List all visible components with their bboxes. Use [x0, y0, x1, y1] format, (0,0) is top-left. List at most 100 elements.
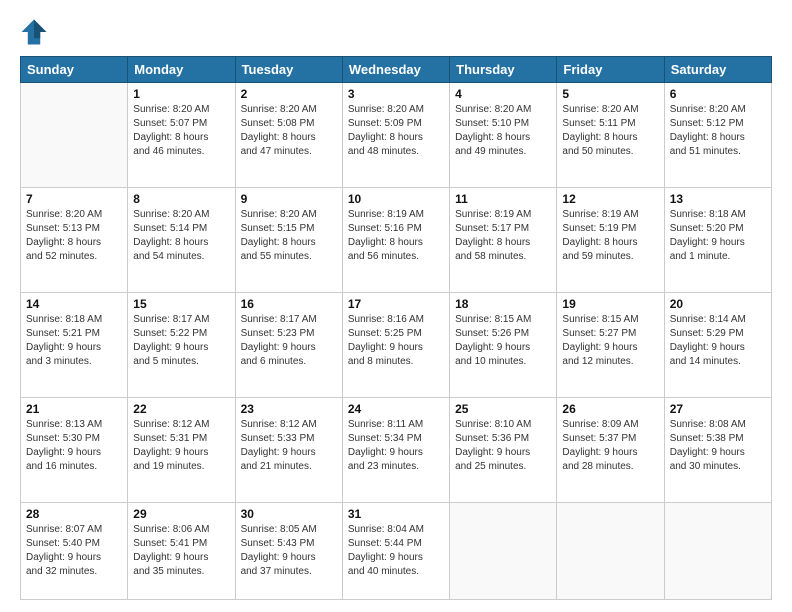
- col-header-tuesday: Tuesday: [235, 57, 342, 83]
- col-header-saturday: Saturday: [664, 57, 771, 83]
- calendar-cell: 16 Sunrise: 8:17 AMSunset: 5:23 PMDayligh…: [235, 293, 342, 398]
- day-number: 13: [670, 192, 766, 206]
- day-info: Sunrise: 8:19 AMSunset: 5:16 PMDaylight:…: [348, 208, 444, 264]
- calendar-cell: 3Sunrise: 8:20 AMSunset: 5:09 PMDaylight…: [342, 83, 449, 188]
- calendar-table: SundayMondayTuesdayWednesdayThursdayFrid…: [20, 56, 772, 600]
- calendar-cell: 6 Sunrise: 8:20 AMSunset: 5:12 PMDaylight…: [664, 83, 771, 188]
- calendar-cell: 2Sunrise: 8:20 AMSunset: 5:08 PMDaylight…: [235, 83, 342, 188]
- day-info: Sunrise: 8:20 AMSunset: 5:13 PMDaylight:…: [26, 208, 122, 264]
- calendar-cell: 22 Sunrise: 8:12 AMSunset: 5:31 PMDayligh…: [128, 398, 235, 503]
- calendar-cell: [557, 503, 664, 600]
- day-info: Sunrise: 8:12 AMSunset: 5:31 PMDaylight:…: [133, 418, 229, 474]
- calendar-cell: [664, 503, 771, 600]
- day-info: Sunrise: 8:18 AMSunset: 5:21 PMDaylight:…: [26, 313, 122, 369]
- day-number: 26: [562, 402, 658, 416]
- day-info: Sunrise: 8:20 AMSunset: 5:15 PMDaylight:…: [241, 208, 337, 264]
- calendar-cell: 23 Sunrise: 8:12 AMSunset: 5:33 PMDayligh…: [235, 398, 342, 503]
- calendar-cell: 4 Sunrise: 8:20 AMSunset: 5:10 PMDaylight…: [450, 83, 557, 188]
- day-info: Sunrise: 8:16 AMSunset: 5:25 PMDaylight:…: [348, 313, 444, 369]
- day-number: 12: [562, 192, 658, 206]
- day-number: 23: [241, 402, 337, 416]
- calendar-cell: 15 Sunrise: 8:17 AMSunset: 5:22 PMDayligh…: [128, 293, 235, 398]
- day-info: Sunrise: 8:12 AMSunset: 5:33 PMDaylight:…: [241, 418, 337, 474]
- calendar-cell: 11 Sunrise: 8:19 AMSunset: 5:17 PMDayligh…: [450, 188, 557, 293]
- day-info: Sunrise: 8:20 AMSunset: 5:14 PMDaylight:…: [133, 208, 229, 264]
- day-info: Sunrise: 8:06 AMSunset: 5:41 PMDaylight:…: [133, 523, 229, 579]
- day-info: Sunrise: 8:08 AMSunset: 5:38 PMDaylight:…: [670, 418, 766, 474]
- calendar-cell: 20 Sunrise: 8:14 AMSunset: 5:29 PMDayligh…: [664, 293, 771, 398]
- header-row: SundayMondayTuesdayWednesdayThursdayFrid…: [21, 57, 772, 83]
- day-number: 8: [133, 192, 229, 206]
- page: SundayMondayTuesdayWednesdayThursdayFrid…: [0, 0, 792, 612]
- week-row-1: 7Sunrise: 8:20 AMSunset: 5:13 PMDaylight…: [21, 188, 772, 293]
- calendar-cell: 26 Sunrise: 8:09 AMSunset: 5:37 PMDayligh…: [557, 398, 664, 503]
- week-row-3: 21 Sunrise: 8:13 AMSunset: 5:30 PMDayligh…: [21, 398, 772, 503]
- day-number: 31: [348, 507, 444, 521]
- calendar-cell: [21, 83, 128, 188]
- day-info: Sunrise: 8:19 AMSunset: 5:19 PMDaylight:…: [562, 208, 658, 264]
- calendar-cell: 14 Sunrise: 8:18 AMSunset: 5:21 PMDayligh…: [21, 293, 128, 398]
- day-number: 22: [133, 402, 229, 416]
- col-header-thursday: Thursday: [450, 57, 557, 83]
- day-number: 10: [348, 192, 444, 206]
- day-info: Sunrise: 8:15 AMSunset: 5:27 PMDaylight:…: [562, 313, 658, 369]
- day-info: Sunrise: 8:20 AMSunset: 5:10 PMDaylight:…: [455, 103, 551, 159]
- week-row-0: 1 Sunrise: 8:20 AMSunset: 5:07 PMDaylight…: [21, 83, 772, 188]
- week-row-4: 28 Sunrise: 8:07 AMSunset: 5:40 PMDayligh…: [21, 503, 772, 600]
- day-number: 30: [241, 507, 337, 521]
- day-info: Sunrise: 8:07 AMSunset: 5:40 PMDaylight:…: [26, 523, 122, 579]
- day-number: 16: [241, 297, 337, 311]
- col-header-sunday: Sunday: [21, 57, 128, 83]
- calendar-cell: 18Sunrise: 8:15 AMSunset: 5:26 PMDayligh…: [450, 293, 557, 398]
- day-info: Sunrise: 8:10 AMSunset: 5:36 PMDaylight:…: [455, 418, 551, 474]
- day-number: 25: [455, 402, 551, 416]
- day-number: 21: [26, 402, 122, 416]
- day-info: Sunrise: 8:18 AMSunset: 5:20 PMDaylight:…: [670, 208, 766, 264]
- day-number: 4: [455, 87, 551, 101]
- calendar-cell: 27 Sunrise: 8:08 AMSunset: 5:38 PMDayligh…: [664, 398, 771, 503]
- day-number: 27: [670, 402, 766, 416]
- day-number: 5: [562, 87, 658, 101]
- day-number: 14: [26, 297, 122, 311]
- day-info: Sunrise: 8:04 AMSunset: 5:44 PMDaylight:…: [348, 523, 444, 579]
- calendar-cell: 8 Sunrise: 8:20 AMSunset: 5:14 PMDaylight…: [128, 188, 235, 293]
- calendar-cell: 25 Sunrise: 8:10 AMSunset: 5:36 PMDayligh…: [450, 398, 557, 503]
- calendar-cell: 30Sunrise: 8:05 AMSunset: 5:43 PMDayligh…: [235, 503, 342, 600]
- day-number: 17: [348, 297, 444, 311]
- day-info: Sunrise: 8:17 AMSunset: 5:22 PMDaylight:…: [133, 313, 229, 369]
- day-info: Sunrise: 8:17 AMSunset: 5:23 PMDaylight:…: [241, 313, 337, 369]
- week-row-2: 14 Sunrise: 8:18 AMSunset: 5:21 PMDayligh…: [21, 293, 772, 398]
- day-info: Sunrise: 8:20 AMSunset: 5:12 PMDaylight:…: [670, 103, 766, 159]
- day-number: 11: [455, 192, 551, 206]
- day-number: 18: [455, 297, 551, 311]
- calendar-cell: 21 Sunrise: 8:13 AMSunset: 5:30 PMDayligh…: [21, 398, 128, 503]
- calendar-cell: 31 Sunrise: 8:04 AMSunset: 5:44 PMDayligh…: [342, 503, 449, 600]
- calendar-cell: 1 Sunrise: 8:20 AMSunset: 5:07 PMDaylight…: [128, 83, 235, 188]
- col-header-monday: Monday: [128, 57, 235, 83]
- logo: [20, 18, 52, 46]
- day-number: 9: [241, 192, 337, 206]
- day-info: Sunrise: 8:20 AMSunset: 5:07 PMDaylight:…: [133, 103, 229, 159]
- header: [20, 18, 772, 46]
- calendar-cell: 17 Sunrise: 8:16 AMSunset: 5:25 PMDayligh…: [342, 293, 449, 398]
- day-number: 20: [670, 297, 766, 311]
- calendar-cell: 28 Sunrise: 8:07 AMSunset: 5:40 PMDayligh…: [21, 503, 128, 600]
- col-header-wednesday: Wednesday: [342, 57, 449, 83]
- day-info: Sunrise: 8:11 AMSunset: 5:34 PMDaylight:…: [348, 418, 444, 474]
- calendar-cell: 12 Sunrise: 8:19 AMSunset: 5:19 PMDayligh…: [557, 188, 664, 293]
- day-number: 24: [348, 402, 444, 416]
- day-info: Sunrise: 8:09 AMSunset: 5:37 PMDaylight:…: [562, 418, 658, 474]
- col-header-friday: Friday: [557, 57, 664, 83]
- day-info: Sunrise: 8:14 AMSunset: 5:29 PMDaylight:…: [670, 313, 766, 369]
- day-info: Sunrise: 8:13 AMSunset: 5:30 PMDaylight:…: [26, 418, 122, 474]
- day-number: 15: [133, 297, 229, 311]
- calendar-cell: 7Sunrise: 8:20 AMSunset: 5:13 PMDaylight…: [21, 188, 128, 293]
- day-number: 28: [26, 507, 122, 521]
- day-number: 19: [562, 297, 658, 311]
- day-info: Sunrise: 8:19 AMSunset: 5:17 PMDaylight:…: [455, 208, 551, 264]
- calendar-cell: 10 Sunrise: 8:19 AMSunset: 5:16 PMDayligh…: [342, 188, 449, 293]
- calendar-cell: 19 Sunrise: 8:15 AMSunset: 5:27 PMDayligh…: [557, 293, 664, 398]
- day-number: 6: [670, 87, 766, 101]
- day-number: 3: [348, 87, 444, 101]
- day-number: 1: [133, 87, 229, 101]
